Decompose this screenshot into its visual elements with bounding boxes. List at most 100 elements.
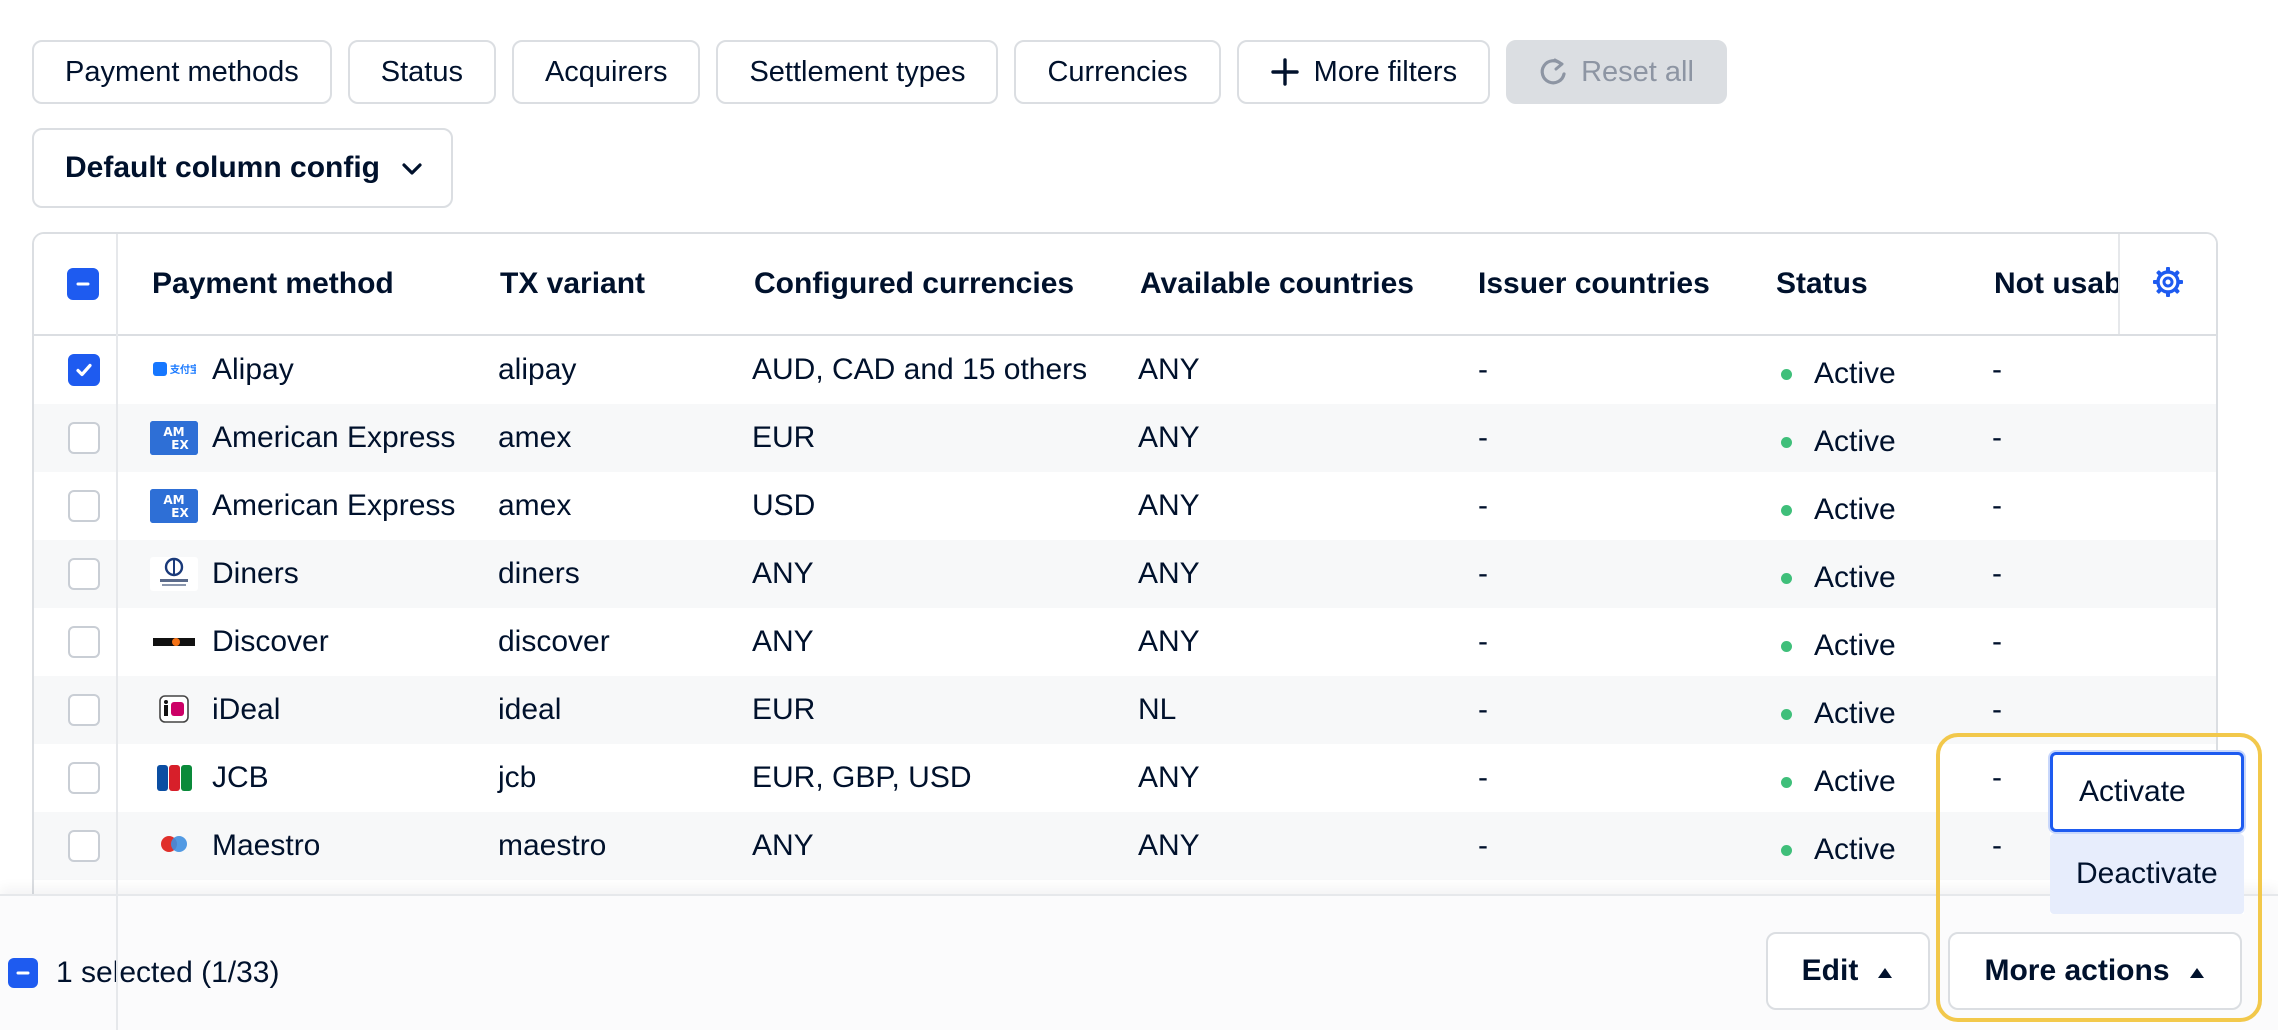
- row-checkbox[interactable]: [68, 830, 100, 862]
- available-countries: ANY: [1138, 829, 1200, 862]
- status-badge: Active: [1814, 629, 1896, 662]
- configured-currencies: ANY: [752, 557, 814, 590]
- tx-variant: maestro: [498, 829, 607, 862]
- svg-text:AM: AM: [163, 425, 184, 439]
- filter-status-button[interactable]: Status: [347, 40, 496, 104]
- table-row[interactable]: AM EX American Express amex EUR ANY - Act…: [34, 404, 2216, 472]
- header-not-usable[interactable]: Not usab: [1994, 234, 2122, 334]
- table-row[interactable]: iDeal ideal EUR NL - Active -: [34, 676, 2216, 744]
- more-filters-label: More filters: [1313, 55, 1458, 88]
- payment-method-name: American Express: [212, 421, 456, 454]
- issuer-countries: -: [1478, 761, 1488, 794]
- reset-all-label: Reset all: [1581, 55, 1694, 88]
- status-active-dot: [1781, 368, 1792, 380]
- header-issuer-countries[interactable]: Issuer countries: [1478, 234, 1710, 334]
- configured-currencies: ANY: [752, 625, 814, 658]
- column-config-dropdown[interactable]: Default column config: [32, 128, 453, 208]
- row-checkbox[interactable]: [68, 558, 100, 590]
- tx-variant: diners: [498, 557, 580, 590]
- column-settings-button[interactable]: [2118, 234, 2216, 334]
- plus-icon: [1270, 57, 1300, 87]
- table-row[interactable]: JCB jcb EUR, GBP, USD ANY - Active -: [34, 744, 2216, 812]
- payment-method-name: Diners: [212, 557, 299, 590]
- payment-method-name: JCB: [212, 761, 269, 794]
- header-configured-currencies[interactable]: Configured currencies: [754, 234, 1074, 334]
- available-countries: ANY: [1138, 489, 1200, 522]
- more-actions-menu: Activate Deactivate: [2050, 752, 2244, 914]
- issuer-countries: -: [1478, 421, 1488, 454]
- status-badge: Active: [1814, 561, 1896, 594]
- table-row[interactable]: AM EX American Express amex USD ANY - Act…: [34, 472, 2216, 540]
- status-badge: Active: [1814, 357, 1896, 390]
- table-row[interactable]: Discover discover ANY ANY - Active -: [34, 608, 2216, 676]
- status-active-dot: [1781, 844, 1792, 856]
- available-countries: ANY: [1138, 421, 1200, 454]
- reset-all-button[interactable]: Reset all: [1506, 40, 1727, 104]
- available-countries: NL: [1138, 693, 1177, 726]
- not-usable: -: [1992, 421, 2002, 454]
- row-checkbox[interactable]: [68, 490, 100, 522]
- filter-status-label: Status: [380, 55, 463, 88]
- filter-acquirers-button[interactable]: Acquirers: [511, 40, 701, 104]
- edit-label: Edit: [1801, 954, 1859, 987]
- row-checkbox[interactable]: [68, 694, 100, 726]
- not-usable: -: [1992, 557, 2002, 590]
- status-active-dot: [1781, 640, 1792, 652]
- maestro-logo-icon: [150, 829, 198, 863]
- not-usable: -: [1992, 353, 2002, 386]
- deactivate-label: Deactivate: [2076, 857, 2218, 890]
- status-active-dot: [1781, 776, 1792, 788]
- svg-text:EX: EX: [171, 438, 189, 452]
- table-row[interactable]: 支付宝 Alipay alipay AUD, CAD and 15 others…: [34, 336, 2216, 404]
- available-countries: ANY: [1138, 625, 1200, 658]
- ideal-logo-icon: [150, 693, 198, 727]
- issuer-countries: -: [1478, 829, 1488, 862]
- status-badge: Active: [1814, 833, 1896, 866]
- row-checkbox[interactable]: [68, 626, 100, 658]
- header-status[interactable]: Status: [1776, 234, 1868, 334]
- row-checkbox[interactable]: [68, 354, 100, 386]
- column-config-label: Default column config: [65, 151, 380, 184]
- payment-method-name: iDeal: [212, 693, 281, 726]
- payment-method-name: Maestro: [212, 829, 321, 862]
- configured-currencies: EUR, GBP, USD: [752, 761, 972, 794]
- issuer-countries: -: [1478, 489, 1488, 522]
- status-badge: Active: [1814, 697, 1896, 730]
- filter-payment-methods-button[interactable]: Payment methods: [32, 40, 332, 104]
- header-available-countries[interactable]: Available countries: [1140, 234, 1414, 334]
- configured-currencies: EUR: [752, 693, 816, 726]
- select-all-checkbox[interactable]: [67, 268, 99, 300]
- svg-text:EX: EX: [171, 506, 189, 520]
- table-row[interactable]: Maestro maestro ANY ANY - Active -: [34, 812, 2216, 880]
- table-row[interactable]: Diners diners ANY ANY - Active -: [34, 540, 2216, 608]
- payment-method-name: American Express: [212, 489, 456, 522]
- row-checkbox[interactable]: [68, 422, 100, 454]
- more-filters-button[interactable]: More filters: [1236, 40, 1491, 104]
- configured-currencies: USD: [752, 489, 816, 522]
- deselect-all-checkbox[interactable]: [8, 958, 38, 988]
- filter-currencies-label: Currencies: [1047, 55, 1188, 88]
- header-payment-method[interactable]: Payment method: [152, 234, 394, 334]
- alipay-logo-icon: 支付宝: [150, 353, 198, 387]
- header-tx-variant[interactable]: TX variant: [500, 234, 645, 334]
- diners-logo-icon: [150, 557, 198, 591]
- not-usable: -: [1992, 625, 2002, 658]
- status-active-dot: [1781, 572, 1792, 584]
- filter-currencies-button[interactable]: Currencies: [1014, 40, 1221, 104]
- filter-settlement-types-button[interactable]: Settlement types: [716, 40, 999, 104]
- tx-variant: discover: [498, 625, 610, 658]
- menu-item-deactivate[interactable]: Deactivate: [2050, 834, 2244, 914]
- status-badge: Active: [1814, 425, 1896, 458]
- gear-icon: [2151, 265, 2185, 304]
- row-checkbox[interactable]: [68, 762, 100, 794]
- select-all-cell: [67, 234, 99, 334]
- edit-button[interactable]: Edit: [1766, 932, 1930, 1010]
- status-active-dot: [1781, 436, 1792, 448]
- configured-currencies: AUD, CAD and 15 others: [752, 353, 1088, 386]
- caret-up-icon: [1876, 954, 1894, 988]
- filter-bar: Payment methods Status Acquirers Settlem…: [32, 40, 1727, 104]
- menu-item-activate[interactable]: Activate: [2050, 752, 2244, 832]
- activate-label: Activate: [2079, 775, 2186, 808]
- tx-variant: alipay: [498, 353, 577, 386]
- status-active-dot: [1781, 708, 1792, 720]
